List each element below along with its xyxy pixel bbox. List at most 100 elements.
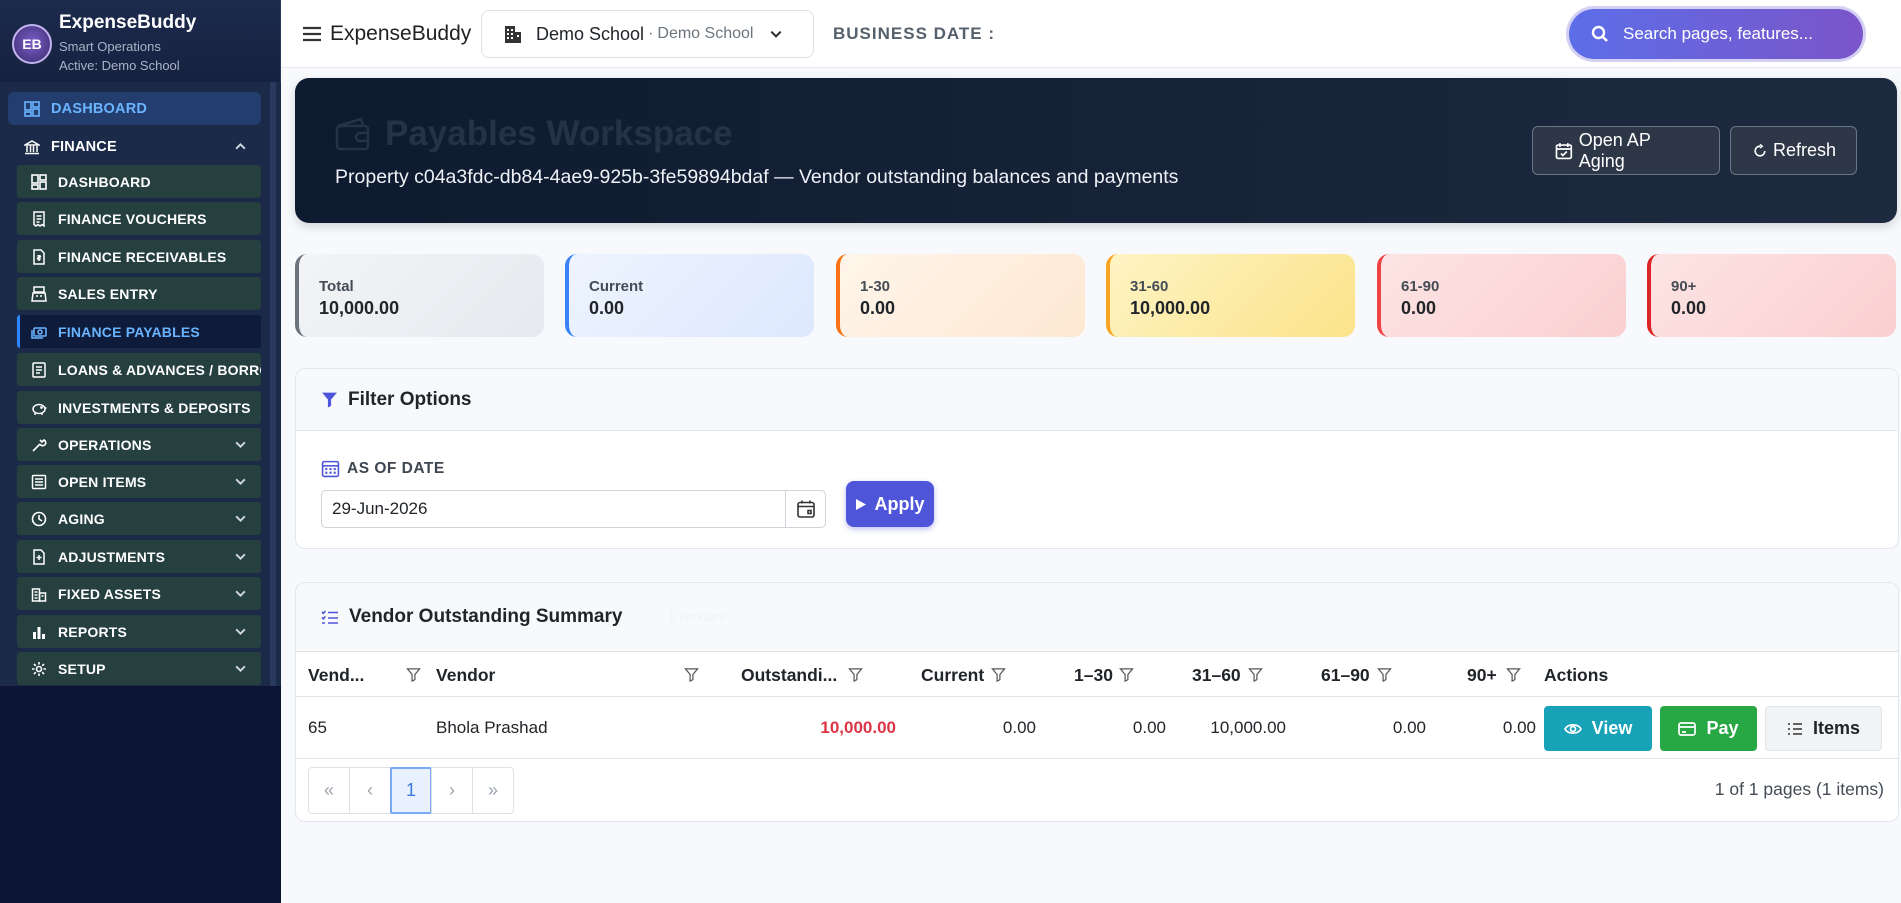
filter-options-header: Filter Options xyxy=(296,369,1898,431)
open-ap-aging-label: Open AP Aging xyxy=(1578,129,1651,171)
as-of-date-input[interactable]: 29-Jun-2026 xyxy=(321,490,826,528)
date-picker-button[interactable] xyxy=(785,490,826,528)
card-label: 90+ xyxy=(1671,278,1697,295)
chevron-down-icon xyxy=(771,30,782,38)
sidebar-item-adjustments[interactable]: ADJUSTMENTS xyxy=(17,540,261,573)
col-90-plus[interactable]: 90+ xyxy=(1467,652,1547,698)
vendor-outstanding-panel: Vendor Outstanding Summary 1 vendors Ven… xyxy=(295,582,1899,822)
tools-icon xyxy=(32,438,47,452)
filter-icon[interactable] xyxy=(848,667,863,682)
filter-icon[interactable] xyxy=(1506,667,1521,682)
sidebar-item-label: LOANS & ADVANCES / BORROWINGS xyxy=(58,361,261,378)
filter-options-title: Filter Options xyxy=(348,388,472,410)
summary-card-61-90: 61-90 0.00 xyxy=(1377,254,1626,337)
cell-61-90: 0.00 xyxy=(1392,718,1426,737)
sidebar-item-label: REPORTS xyxy=(58,623,128,640)
chevron-down-icon xyxy=(235,515,246,523)
page-prev-button[interactable]: ‹ xyxy=(349,767,391,814)
col-vendor[interactable]: Vendor xyxy=(436,652,706,698)
business-date-label: BUSINESS DATE : xyxy=(833,24,996,43)
top-navbar: ExpenseBuddy Demo School · Demo School B… xyxy=(281,0,1901,68)
col-current[interactable]: Current xyxy=(921,652,1041,698)
table-row[interactable]: 65 Bhola Prashad 10,000.00 0.00 0.00 10,… xyxy=(296,697,1898,759)
card-value: 0.00 xyxy=(1401,298,1437,318)
sidebar-item-loans-advances[interactable]: LOANS & ADVANCES / BORROWINGS xyxy=(17,353,261,386)
sidebar-item-finance-dashboard[interactable]: DASHBOARD xyxy=(17,165,261,198)
col-outstanding[interactable]: Outstandi... xyxy=(741,652,891,698)
school-name: Demo School xyxy=(536,23,645,44)
filter-icon[interactable] xyxy=(991,667,1006,682)
pay-button[interactable]: Pay xyxy=(1660,706,1757,751)
refresh-button[interactable]: Refresh xyxy=(1730,126,1857,175)
filter-icon[interactable] xyxy=(1248,667,1263,682)
sidebar-item-sales-entry[interactable]: SALES ENTRY xyxy=(17,277,261,310)
col-label: 1–30 xyxy=(1074,664,1113,685)
sidebar-item-setup[interactable]: SETUP xyxy=(17,652,261,685)
list-icon xyxy=(1787,722,1802,735)
cell-90-plus: 0.00 xyxy=(1502,718,1536,737)
cell-current: 0.00 xyxy=(1002,718,1036,737)
sidebar-item-label: DASHBOARD xyxy=(58,173,151,190)
filter-icon[interactable] xyxy=(1377,667,1392,682)
summary-card-total: Total 10,000.00 xyxy=(295,254,544,337)
view-button[interactable]: View xyxy=(1544,706,1652,751)
sidebar-item-label: AGING xyxy=(58,510,105,527)
sidebar-item-aging[interactable]: AGING xyxy=(17,502,261,535)
adjust-icon xyxy=(33,548,45,565)
chevron-down-icon xyxy=(235,665,246,673)
cell-1-30: 0.00 xyxy=(1132,718,1166,737)
sidebar-scrollbar[interactable] xyxy=(270,82,276,686)
sidebar-item-fixed-assets[interactable]: FIXED ASSETS xyxy=(17,577,261,610)
chevron-up-icon xyxy=(235,142,246,150)
hamburger-menu-icon[interactable] xyxy=(301,24,323,44)
school-selector[interactable]: Demo School · Demo School xyxy=(481,10,814,58)
sidebar-item-finance-vouchers[interactable]: FINANCE VOUCHERS xyxy=(17,202,261,235)
file-money-icon xyxy=(33,248,45,265)
filter-icon[interactable] xyxy=(684,667,699,682)
col-61-90[interactable]: 61–90 xyxy=(1321,652,1421,698)
summary-card-current: Current 0.00 xyxy=(565,254,814,337)
sidebar-item-operations[interactable]: OPERATIONS xyxy=(17,428,261,461)
global-search-input[interactable]: Search pages, features... xyxy=(1569,9,1863,59)
page-next-button[interactable]: › xyxy=(431,767,473,814)
vendor-outstanding-title: Vendor Outstanding Summary xyxy=(349,606,623,627)
topbar-brand[interactable]: ExpenseBuddy xyxy=(330,22,471,46)
vendor-count-badge: 1 vendors xyxy=(668,609,726,624)
open-ap-aging-button[interactable]: Open AP Aging xyxy=(1532,126,1720,175)
piggy-icon xyxy=(32,403,47,415)
eye-icon xyxy=(1563,723,1582,734)
page-number-button[interactable]: 1 xyxy=(390,767,432,814)
col-31-60[interactable]: 31–60 xyxy=(1192,652,1292,698)
card-label: 31-60 xyxy=(1130,278,1169,295)
sidebar-item-reports[interactable]: REPORTS xyxy=(17,615,261,648)
filter-options-panel: Filter Options AS OF DATE 29-Jun-2026 Ap… xyxy=(295,368,1899,549)
summary-card-90-plus: 90+ 0.00 xyxy=(1647,254,1896,337)
card-value: 0.00 xyxy=(860,298,896,318)
pagination: « ‹ 1 › » xyxy=(308,767,514,814)
filter-icon[interactable] xyxy=(406,667,421,682)
play-icon xyxy=(856,498,867,510)
sidebar-brand: EB ExpenseBuddy Smart Operations Active:… xyxy=(0,0,281,82)
register-icon xyxy=(31,285,47,302)
sidebar-item-finance[interactable]: FINANCE xyxy=(8,130,261,163)
col-label: Vendor xyxy=(436,664,496,685)
page-subtitle: Property c04a3fdc-db84-4ae9-925b-3fe5989… xyxy=(335,166,1179,188)
sidebar-item-finance-payables[interactable]: FINANCE PAYABLES xyxy=(17,315,261,348)
list-check-icon xyxy=(321,610,338,624)
calendar-icon xyxy=(797,500,815,518)
filter-icon[interactable] xyxy=(1119,667,1134,682)
sidebar-item-dashboard[interactable]: DASHBOARD xyxy=(8,92,261,125)
col-vendor-id[interactable]: Vend... xyxy=(308,652,423,698)
page-first-button[interactable]: « xyxy=(308,767,350,814)
sidebar-item-finance-receivables[interactable]: FINANCE RECEIVABLES xyxy=(17,240,261,273)
items-button[interactable]: Items xyxy=(1765,706,1882,751)
cell-31-60: 10,000.00 xyxy=(1210,718,1286,737)
payables-header-banner: Payables Workspace Property c04a3fdc-db8… xyxy=(295,78,1897,223)
wallet-icon xyxy=(335,117,370,151)
sidebar-item-open-items[interactable]: OPEN ITEMS xyxy=(17,465,261,498)
sidebar-item-label: ADJUSTMENTS xyxy=(58,548,166,565)
sidebar-item-investments[interactable]: INVESTMENTS & DEPOSITS xyxy=(17,391,261,424)
col-1-30[interactable]: 1–30 xyxy=(1074,652,1174,698)
apply-button[interactable]: Apply xyxy=(846,481,934,527)
page-last-button[interactable]: » xyxy=(472,767,514,814)
